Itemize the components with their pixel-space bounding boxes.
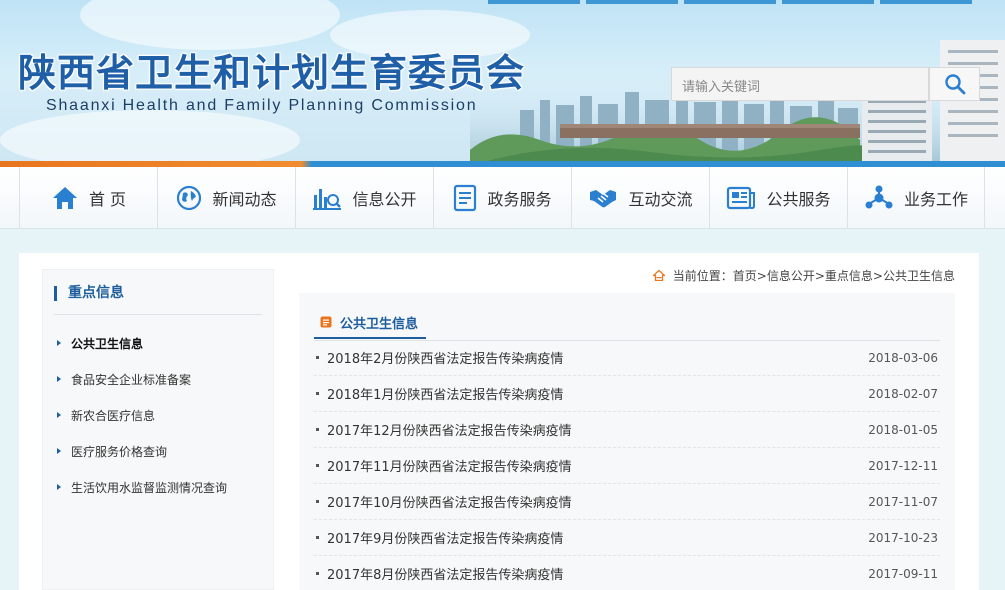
sidebar-list: 公共卫生信息 食品安全企业标准备案 新农合医疗信息 医疗服务价格查询 生活饮用水…: [55, 325, 227, 505]
news-row[interactable]: 2018年2月份陕西省法定报告传染病疫情 2018-03-06: [314, 340, 940, 376]
news-date: 2017-11-07: [868, 494, 938, 509]
news-row[interactable]: 2017年8月份陕西省法定报告传染病疫情 2017-09-11: [314, 556, 940, 590]
nav-item-label: 公共服务: [766, 190, 831, 209]
breadcrumb-link-home[interactable]: 首页: [733, 267, 757, 284]
nav-item-gov-services[interactable]: 政务服务: [433, 167, 571, 229]
nav-item-label: 互动交流: [628, 190, 693, 209]
nav-item-label: 信息公开: [352, 190, 417, 209]
nav-item-news[interactable]: 新闻动态: [157, 167, 295, 229]
document-icon: [454, 184, 477, 212]
nav-item-business[interactable]: 业务工作: [847, 167, 985, 229]
sidebar-item-food-safety[interactable]: 食品安全企业标准备案: [55, 361, 227, 397]
bullet-icon: [316, 392, 319, 395]
search-button[interactable]: [929, 67, 980, 101]
tab-public-health[interactable]: 公共卫生信息: [314, 307, 427, 339]
news-title[interactable]: 2017年8月份陕西省法定报告传染病疫情: [327, 564, 563, 583]
news-row[interactable]: 2017年11月份陕西省法定报告传染病疫情 2017-12-11: [314, 448, 940, 484]
caret-right-icon: [57, 376, 61, 382]
sidebar-item-service-price[interactable]: 医疗服务价格查询: [55, 433, 227, 469]
nav-item-label: 业务工作: [903, 190, 968, 209]
news-date: 2018-01-05: [868, 422, 938, 437]
news-title[interactable]: 2017年9月份陕西省法定报告传染病疫情: [327, 528, 563, 547]
news-title[interactable]: 2017年11月份陕西省法定报告传染病疫情: [327, 456, 572, 475]
caret-right-icon: [57, 448, 61, 454]
news-title[interactable]: 2017年12月份陕西省法定报告传染病疫情: [327, 420, 572, 439]
nav-item-home[interactable]: 首 页: [19, 167, 157, 229]
sidebar-item-public-health[interactable]: 公共卫生信息: [55, 325, 227, 361]
sidebar-item-label: 公共卫生信息: [71, 336, 144, 351]
news-row[interactable]: 2017年9月份陕西省法定报告传染病疫情 2017-10-23: [314, 520, 940, 556]
network-icon: [865, 185, 893, 209]
sidebar-item-rural-medical[interactable]: 新农合医疗信息: [55, 397, 227, 433]
newspaper-icon: [727, 186, 756, 210]
bullet-icon: [316, 536, 319, 539]
breadcrumb-link-public-health[interactable]: 公共卫生信息: [883, 267, 955, 284]
sidebar: 重点信息 公共卫生信息 食品安全企业标准备案 新农合医疗信息 医疗服务价格查询 …: [42, 269, 274, 590]
breadcrumb-separator: >: [756, 268, 767, 283]
caret-right-icon: [57, 484, 61, 490]
bullet-icon: [316, 356, 319, 359]
search-icon: [944, 74, 965, 95]
news-title[interactable]: 2018年2月份陕西省法定报告传染病疫情: [327, 348, 563, 367]
main-nav: 首 页 新闻动态 信息公开 政务服务 互动交流 公共服务 业务工作: [0, 167, 1005, 229]
news-date: 2018-02-07: [868, 386, 938, 401]
sidebar-item-label: 生活饮用水监督监测情况查询: [71, 480, 228, 495]
news-title[interactable]: 2018年1月份陕西省法定报告传染病疫情: [327, 384, 563, 403]
news-date: 2017-09-11: [868, 566, 938, 581]
news-row[interactable]: 2018年1月份陕西省法定报告传染病疫情 2018-02-07: [314, 376, 940, 412]
handshake-icon: [590, 190, 617, 208]
nav-item-info-disclosure[interactable]: 信息公开: [295, 167, 433, 229]
breadcrumb-link-key-info[interactable]: 重点信息: [825, 267, 873, 284]
news-row[interactable]: 2017年12月份陕西省法定报告传染病疫情 2018-01-05: [314, 412, 940, 448]
site-header: 陕西省卫生和计划生育委员会 Shaanxi Health and Family …: [0, 0, 1005, 163]
bullet-icon: [316, 500, 319, 503]
sidebar-item-label: 医疗服务价格查询: [71, 444, 168, 459]
nav-item-public-services[interactable]: 公共服务: [709, 167, 847, 229]
sidebar-item-label: 食品安全企业标准备案: [71, 372, 192, 387]
sidebar-item-label: 新农合医疗信息: [71, 408, 156, 423]
bullet-icon: [316, 428, 319, 431]
site-title: 陕西省卫生和计划生育委员会: [18, 51, 526, 95]
document-orange-icon: [320, 316, 332, 328]
nav-item-label: 首 页: [88, 190, 127, 209]
bullet-icon: [316, 572, 319, 575]
bar-chart-search-icon: [313, 189, 342, 210]
news-list: 2018年2月份陕西省法定报告传染病疫情 2018-03-06 2018年1月份…: [314, 340, 940, 590]
search-input[interactable]: 请输入关键词: [671, 67, 929, 101]
nav-item-label: 新闻动态: [212, 190, 277, 209]
site-subtitle: Shaanxi Health and Family Planning Commi…: [46, 97, 478, 114]
breadcrumb-link-info-disclosure[interactable]: 信息公开: [767, 267, 815, 284]
home-icon: [52, 187, 77, 209]
nav-item-label: 政务服务: [487, 190, 552, 209]
breadcrumb-separator: >: [814, 268, 825, 283]
news-row[interactable]: 2017年10月份陕西省法定报告传染病疫情 2017-11-07: [314, 484, 940, 520]
nav-padding: [0, 167, 19, 229]
tab-label: 公共卫生信息: [340, 316, 419, 332]
breadcrumb-prefix: 当前位置：: [672, 269, 733, 283]
nav-item-interaction[interactable]: 互动交流: [571, 167, 709, 229]
bullet-icon: [316, 464, 319, 467]
breadcrumb: 当前位置： 首页 > 信息公开 > 重点信息 > 公共卫生信息: [652, 267, 955, 284]
news-title[interactable]: 2017年10月份陕西省法定报告传染病疫情: [327, 492, 572, 511]
sidebar-item-drinking-water[interactable]: 生活饮用水监督监测情况查询: [55, 469, 227, 505]
main-content: 重点信息 公共卫生信息 食品安全企业标准备案 新农合医疗信息 医疗服务价格查询 …: [19, 253, 979, 590]
breadcrumb-separator: >: [872, 268, 883, 283]
caret-right-icon: [57, 412, 61, 418]
caret-right-icon: [57, 340, 61, 346]
news-date: 2017-10-23: [868, 530, 938, 545]
home-small-icon: [652, 270, 665, 281]
content-panel: 公共卫生信息 2018年2月份陕西省法定报告传染病疫情 2018-03-06 2…: [299, 293, 955, 590]
sidebar-title: 重点信息: [54, 283, 262, 315]
globe-icon: [177, 185, 202, 211]
news-date: 2017-12-11: [868, 458, 938, 473]
news-date: 2018-03-06: [868, 350, 938, 365]
